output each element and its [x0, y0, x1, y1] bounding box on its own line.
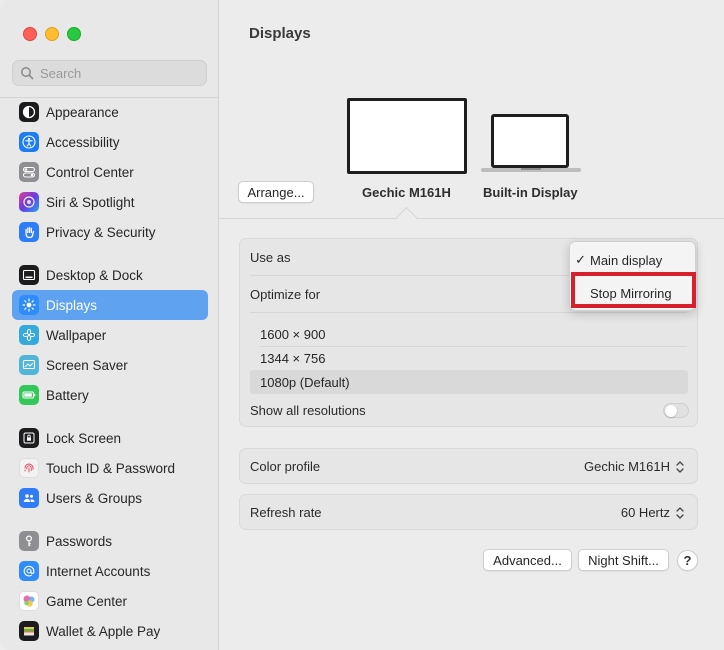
sidebar-item-label: Passwords — [46, 533, 113, 549]
control-center-icon — [19, 162, 39, 182]
sidebar-item-displays[interactable]: Displays — [12, 290, 208, 320]
display-label-builtin[interactable]: Built-in Display — [483, 185, 578, 200]
search-field[interactable] — [12, 60, 207, 86]
siri-icon — [19, 192, 39, 212]
sidebar-item-label: Displays — [46, 297, 98, 313]
page-title: Displays — [249, 25, 311, 42]
resolution-label: 1344 × 756 — [260, 350, 326, 366]
external-monitor-thumbnail[interactable] — [347, 98, 467, 174]
sidebar-item-label: Appearance — [46, 104, 119, 120]
laptop-icon[interactable] — [481, 113, 581, 175]
show-all-resolutions-row — [240, 403, 697, 418]
resolution-option-selected[interactable]: 1080p (Default) — [250, 370, 688, 394]
arrange-button[interactable]: Arrange... — [238, 181, 314, 203]
sidebar-item-label: Desktop & Dock — [46, 267, 143, 283]
sidebar-item-accessibility[interactable]: Accessibility — [12, 127, 208, 157]
sidebar-item-label: Game Center — [46, 593, 128, 609]
resolution-option[interactable]: 1600 × 900 — [250, 322, 688, 346]
row-divider — [250, 312, 687, 313]
displays-sun-icon — [19, 295, 39, 315]
desktop-dock-icon — [19, 265, 39, 285]
key-icon — [19, 531, 39, 551]
sidebar-item-control-center[interactable]: Control Center — [12, 157, 208, 187]
battery-icon — [19, 385, 39, 405]
sidebar-item-label: Lock Screen — [46, 430, 122, 446]
menu-item-main-display[interactable]: ✓ Main display — [570, 248, 695, 272]
sidebar-item-users-groups[interactable]: Users & Groups — [12, 483, 208, 513]
resolution-label: 1080p (Default) — [260, 374, 350, 390]
appearance-icon — [19, 102, 39, 122]
color-profile-popup[interactable]: Gechic M161H — [584, 459, 685, 474]
monitor-icon — [347, 98, 467, 174]
sidebar-item-siri-spotlight[interactable]: Siri & Spotlight — [12, 187, 208, 217]
privacy-hand-icon — [19, 222, 39, 242]
zoom-window-button[interactable] — [67, 27, 81, 41]
sidebar-item-wallet-apple-pay[interactable]: Wallet & Apple Pay — [12, 616, 208, 646]
sidebar-item-label: Privacy & Security — [46, 224, 156, 240]
wallet-icon — [19, 621, 39, 641]
night-shift-button[interactable]: Night Shift... — [578, 549, 669, 571]
checkmark-icon: ✓ — [575, 252, 586, 267]
close-window-button[interactable] — [23, 27, 37, 41]
wallpaper-flower-icon — [19, 325, 39, 345]
sidebar-item-wallpaper[interactable]: Wallpaper — [12, 320, 208, 350]
users-icon — [19, 488, 39, 508]
color-profile-value: Gechic M161H — [584, 459, 670, 474]
chevron-updown-icon — [676, 460, 684, 473]
sidebar-item-label: Control Center — [46, 164, 134, 180]
sidebar-item-label: Siri & Spotlight — [46, 194, 135, 210]
color-profile-panel: Color profile Gechic M161H — [239, 448, 698, 484]
sidebar-item-passwords[interactable]: Passwords — [12, 526, 208, 556]
screen-saver-icon — [19, 355, 39, 375]
refresh-rate-label: Refresh rate — [250, 505, 322, 520]
fingerprint-icon — [19, 458, 39, 478]
sidebar-item-label: Touch ID & Password — [46, 460, 176, 476]
window-controls — [23, 27, 81, 41]
game-center-icon — [19, 591, 39, 611]
sidebar-item-label: Wallpaper — [46, 327, 107, 343]
color-profile-label: Color profile — [250, 459, 321, 474]
at-icon — [19, 561, 39, 581]
refresh-rate-popup[interactable]: 60 Hertz — [621, 505, 685, 520]
resolution-option[interactable]: 1344 × 756 — [250, 346, 688, 370]
sidebar-item-screen-saver[interactable]: Screen Saver — [12, 350, 208, 380]
stop-mirroring-highlight — [571, 272, 696, 308]
chevron-updown-icon — [676, 506, 684, 519]
help-button[interactable]: ? — [677, 550, 698, 571]
system-settings-window: Appearance Accessibility Control Center … — [0, 0, 724, 650]
toggle-knob — [665, 404, 677, 417]
lock-screen-icon — [19, 428, 39, 448]
show-all-resolutions-toggle[interactable] — [663, 403, 689, 418]
display-label-external[interactable]: Gechic M161H — [362, 185, 451, 200]
sidebar-item-desktop-dock[interactable]: Desktop & Dock — [12, 260, 208, 290]
sidebar-item-lock-screen[interactable]: Lock Screen — [12, 423, 208, 453]
sidebar: Appearance Accessibility Control Center … — [0, 0, 219, 650]
sidebar-item-label: Screen Saver — [46, 357, 128, 373]
sidebar-item-privacy-security[interactable]: Privacy & Security — [12, 217, 208, 247]
search-icon — [21, 67, 34, 80]
sidebar-item-internet-accounts[interactable]: Internet Accounts — [12, 556, 208, 586]
sidebar-item-label: Internet Accounts — [46, 563, 151, 579]
refresh-rate-value: 60 Hertz — [620, 505, 670, 520]
main-content: Displays Arrange... Gechic M161H Built-i… — [219, 0, 724, 650]
advanced-button[interactable]: Advanced... — [483, 549, 572, 571]
minimize-window-button[interactable] — [45, 27, 59, 41]
sidebar-item-label: Users & Groups — [46, 490, 143, 506]
sidebar-item-appearance[interactable]: Appearance — [12, 97, 208, 127]
menu-item-label: Main display — [590, 252, 663, 268]
accessibility-icon — [19, 132, 39, 152]
sidebar-item-label: Battery — [46, 387, 89, 403]
sidebar-item-battery[interactable]: Battery — [12, 380, 208, 410]
resolution-label: 1600 × 900 — [260, 326, 326, 342]
sidebar-item-label: Accessibility — [46, 134, 120, 150]
sidebar-item-touch-id[interactable]: Touch ID & Password — [12, 453, 208, 483]
refresh-rate-panel: Refresh rate 60 Hertz — [239, 494, 698, 530]
sidebar-item-game-center[interactable]: Game Center — [12, 586, 208, 616]
use-as-label: Use as — [250, 250, 291, 265]
optimize-for-label: Optimize for — [250, 287, 321, 302]
search-input[interactable] — [40, 65, 200, 81]
sidebar-item-label: Wallet & Apple Pay — [46, 623, 161, 639]
